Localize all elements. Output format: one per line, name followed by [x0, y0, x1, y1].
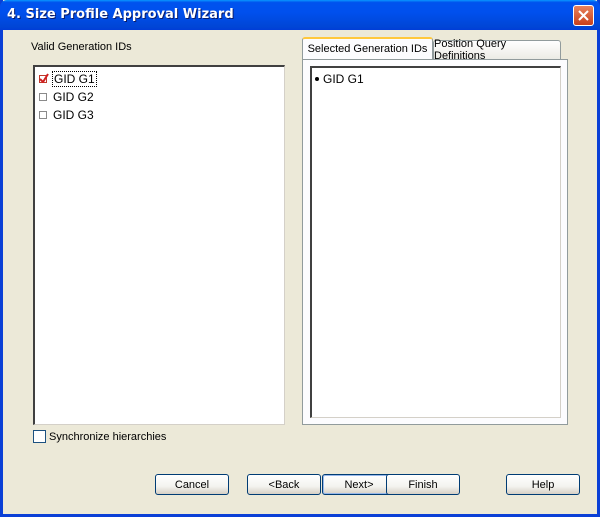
- selected-generation-ids-list[interactable]: GID G1: [310, 66, 561, 418]
- help-button[interactable]: Help: [506, 474, 580, 495]
- cancel-button[interactable]: Cancel: [155, 474, 229, 495]
- back-button[interactable]: <Back: [247, 474, 321, 495]
- tab-label: Position Query Definitions: [434, 38, 507, 62]
- synchronize-checkbox[interactable]: [33, 430, 46, 443]
- wizard-window: 4. Size Profile Approval Wizard Valid Ge…: [0, 0, 600, 517]
- tab-position-query-definitions[interactable]: Position Query Definitions: [433, 38, 561, 62]
- tab-selected-generation-ids[interactable]: Selected Generation IDs: [302, 37, 433, 59]
- item-label: GID G2: [53, 90, 94, 104]
- checkbox-checked-icon[interactable]: [39, 73, 49, 83]
- list-item-gid-g1[interactable]: GID G1: [39, 71, 97, 87]
- synchronize-hierarchies-option[interactable]: Synchronize hierarchies: [33, 430, 166, 443]
- tab-page-selected-generation-ids: GID G1: [302, 59, 568, 425]
- valid-generation-ids-label: Valid Generation IDs: [31, 41, 132, 53]
- window-title: 4. Size Profile Approval Wizard: [7, 7, 234, 22]
- list-item-selected-gid-g1[interactable]: GID G1: [315, 72, 364, 86]
- valid-generation-ids-list[interactable]: GID G1 GID G2 GID G3: [33, 65, 285, 425]
- title-bar[interactable]: 4. Size Profile Approval Wizard: [0, 0, 600, 30]
- checkbox-icon[interactable]: [39, 93, 47, 101]
- synchronize-label: Synchronize hierarchies: [49, 430, 167, 443]
- item-label: GID G3: [53, 108, 94, 122]
- list-item-gid-g2[interactable]: GID G2: [39, 89, 94, 105]
- checkbox-icon[interactable]: [39, 111, 47, 119]
- bullet-icon: [315, 77, 319, 81]
- close-button[interactable]: [573, 5, 594, 26]
- tab-label: Selected Generation IDs: [307, 43, 428, 55]
- finish-button[interactable]: Finish: [386, 474, 460, 495]
- close-icon: [578, 10, 589, 21]
- list-item-gid-g3[interactable]: GID G3: [39, 107, 94, 123]
- item-label: GID G1: [323, 72, 364, 86]
- next-button[interactable]: Next>: [322, 474, 396, 495]
- item-label: GID G1: [52, 71, 97, 87]
